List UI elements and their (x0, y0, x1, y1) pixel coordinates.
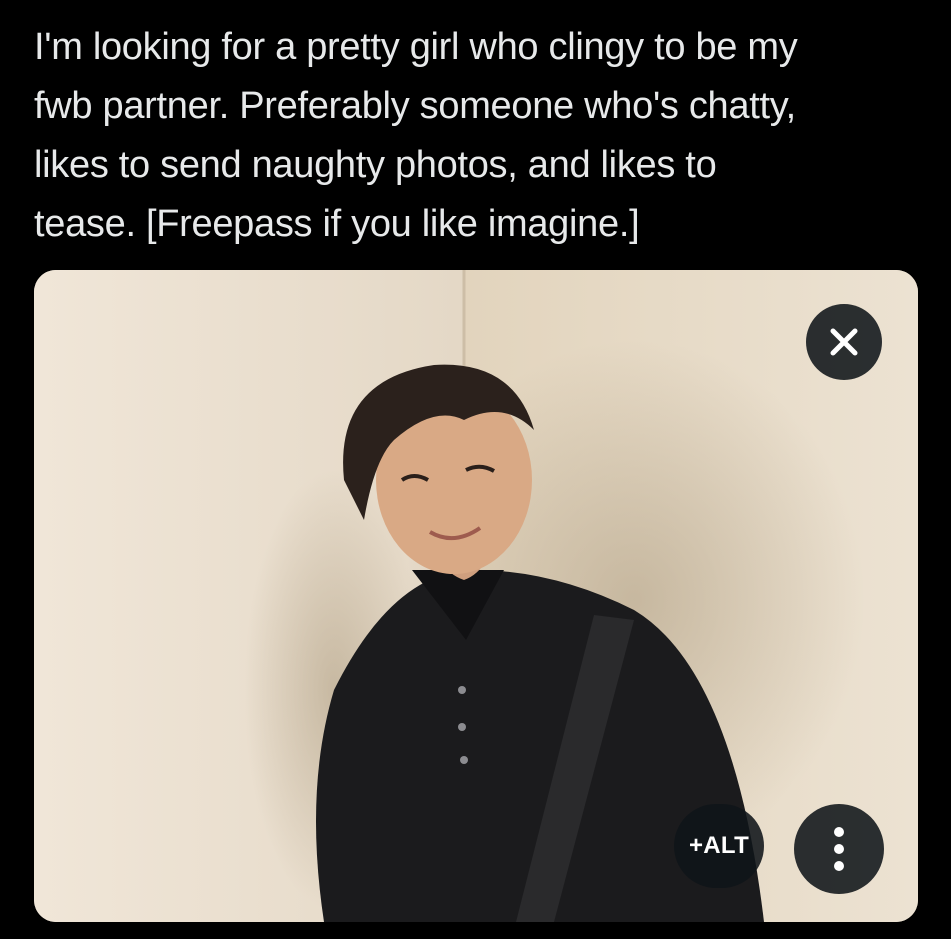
remove-media-button[interactable] (806, 304, 882, 380)
media-more-button[interactable] (794, 804, 884, 894)
photo-image (34, 270, 918, 922)
close-icon (830, 328, 858, 356)
attached-photo[interactable]: +ALT (34, 270, 918, 922)
add-alt-text-button[interactable]: +ALT (674, 804, 764, 888)
post-text[interactable]: I'm looking for a pretty girl who clingy… (34, 18, 934, 254)
more-vertical-icon (834, 827, 844, 871)
